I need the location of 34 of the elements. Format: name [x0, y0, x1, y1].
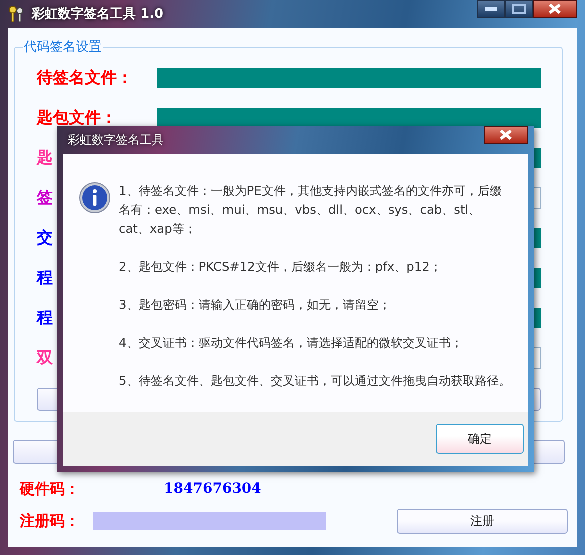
- close-button[interactable]: [533, 0, 577, 18]
- instruction-text: 5、待签名文件、匙包文件、交叉证书，可以通过文件拖曳自动获取路径。: [119, 373, 511, 390]
- ok-button[interactable]: 确定: [436, 424, 524, 454]
- register-code-label: 注册码：: [20, 512, 81, 530]
- hardware-code: 1847676304: [164, 481, 262, 497]
- register-code-field[interactable]: [93, 512, 326, 530]
- instruction-text: 4、交叉证书：驱动文件代码签名，请选择适配的微软交叉证书；: [119, 335, 464, 352]
- field-label: 交: [37, 230, 53, 246]
- field-label: 程: [37, 270, 53, 286]
- instruction-text: 3、匙包密码：请输入正确的密码，如无，请留空；: [119, 297, 392, 314]
- instruction-text: 2、匙包文件：PKCS#12文件，后缀名一般为：pfx、p12；: [119, 259, 443, 276]
- minimize-button[interactable]: [477, 0, 505, 18]
- field-label: 匙包文件：: [37, 110, 117, 126]
- field-label: 签: [37, 190, 53, 206]
- maximize-button[interactable]: [505, 0, 533, 18]
- path-field[interactable]: [157, 68, 541, 88]
- close-button[interactable]: [484, 126, 528, 144]
- field-label: 匙: [37, 150, 53, 166]
- field-label: 程: [37, 310, 53, 326]
- close-icon: [499, 130, 513, 140]
- close-icon: [548, 4, 562, 14]
- group-title: 代码签名设置: [23, 39, 103, 56]
- hardware-code-label: 硬件码：: [20, 480, 81, 498]
- minimize-icon: [484, 6, 498, 12]
- window-title: 彩虹数字签名工具 1.0: [32, 6, 164, 23]
- maximize-icon: [512, 4, 526, 14]
- instruction-text: 1、待签名文件：一般为PE文件，其他支持内嵌式签名的文件亦可，后缀名有：exe、msi、mui、msu、vbs、dll、ocx、sys、cab、stl、cat、xap等；: [119, 183, 503, 238]
- dialog-title: 彩虹数字签名工具: [68, 132, 164, 148]
- field-label: 待签名文件：: [37, 70, 133, 86]
- info-icon: [79, 182, 111, 214]
- field-label: 双: [37, 350, 53, 366]
- path-field[interactable]: [157, 108, 541, 128]
- register-button[interactable]: 注册: [397, 508, 568, 534]
- keys-icon: [8, 5, 26, 23]
